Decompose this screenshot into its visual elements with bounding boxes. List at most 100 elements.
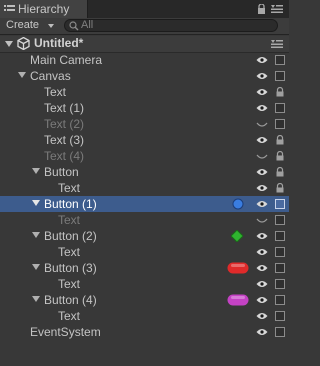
visibility-eye-icon[interactable] xyxy=(256,168,268,176)
row-label: Text (4) xyxy=(44,149,85,163)
scene-menu-icon[interactable] xyxy=(271,40,283,48)
magenta-pill-icon xyxy=(227,294,249,306)
visibility-eye-icon[interactable] xyxy=(256,104,268,112)
row-label: Text xyxy=(58,181,81,195)
pick-lock-icon[interactable] xyxy=(275,151,285,161)
hierarchy-row[interactable]: Text xyxy=(0,212,289,228)
search-icon[interactable] xyxy=(69,21,79,31)
pick-lock-icon[interactable] xyxy=(275,167,285,177)
row-label: Text xyxy=(58,245,81,259)
pickable-toggle-icon[interactable] xyxy=(275,279,285,289)
search-input[interactable] xyxy=(81,19,261,31)
red-pill-icon xyxy=(227,262,249,274)
hierarchy-row[interactable]: Canvas xyxy=(0,68,289,84)
pickable-toggle-icon[interactable] xyxy=(275,295,285,305)
foldout-open-icon[interactable] xyxy=(5,40,13,48)
row-label: Text (2) xyxy=(44,117,85,131)
hierarchy-list-icon xyxy=(4,5,15,11)
unity-scene-icon xyxy=(17,37,30,50)
pickable-toggle-icon[interactable] xyxy=(275,199,285,209)
scene-header[interactable]: Untitled* xyxy=(0,36,289,53)
visibility-eye-icon[interactable] xyxy=(256,232,268,240)
create-button[interactable]: Create xyxy=(6,18,39,33)
row-label: EventSystem xyxy=(30,325,101,339)
green-diamond-icon xyxy=(231,230,243,242)
foldout-open-icon[interactable] xyxy=(32,296,40,303)
row-label: Text (3) xyxy=(44,133,85,147)
row-label: Text xyxy=(58,213,81,227)
pick-lock-icon[interactable] xyxy=(275,135,285,145)
visibility-eye-icon[interactable] xyxy=(256,136,268,144)
blue-circle-icon xyxy=(232,198,244,210)
foldout-open-icon[interactable] xyxy=(32,264,40,271)
hierarchy-row[interactable]: Text xyxy=(0,276,289,292)
hierarchy-row[interactable]: Button (3) xyxy=(0,260,289,276)
pickable-toggle-icon[interactable] xyxy=(275,55,285,65)
row-label: Button (4) xyxy=(44,293,97,307)
row-label: Button (1) xyxy=(44,197,97,211)
search-field[interactable] xyxy=(64,19,278,32)
hierarchy-row[interactable]: Text xyxy=(0,308,289,324)
hierarchy-row[interactable]: Text (1) xyxy=(0,100,289,116)
visibility-eye-icon[interactable] xyxy=(256,56,268,64)
hierarchy-row[interactable]: Text xyxy=(0,180,289,196)
pickable-toggle-icon[interactable] xyxy=(275,119,285,129)
row-label: Button (3) xyxy=(44,261,97,275)
pickable-toggle-icon[interactable] xyxy=(275,231,285,241)
hierarchy-row[interactable]: Text (3) xyxy=(0,132,289,148)
hierarchy-row[interactable]: Button (1) xyxy=(0,196,289,212)
row-label: Canvas xyxy=(30,69,71,83)
pickable-toggle-icon[interactable] xyxy=(275,311,285,321)
visibility-eye-icon[interactable] xyxy=(256,264,268,272)
visibility-eye-icon[interactable] xyxy=(256,312,268,320)
pickable-toggle-icon[interactable] xyxy=(275,103,285,113)
hierarchy-row[interactable]: EventSystem xyxy=(0,324,289,340)
visibility-eye-icon[interactable] xyxy=(256,200,268,208)
visibility-eye-icon[interactable] xyxy=(256,296,268,304)
visibility-eye-icon[interactable] xyxy=(256,328,268,336)
row-label: Button xyxy=(44,165,79,179)
pick-lock-icon[interactable] xyxy=(275,183,285,193)
visibility-hidden-icon[interactable] xyxy=(256,152,268,160)
pickable-toggle-icon[interactable] xyxy=(275,327,285,337)
dropdown-arrow-icon[interactable] xyxy=(48,24,54,28)
visibility-hidden-icon[interactable] xyxy=(256,216,268,224)
hierarchy-row[interactable]: Text (2) xyxy=(0,116,289,132)
scene-name: Untitled* xyxy=(34,36,84,50)
visibility-eye-icon[interactable] xyxy=(256,184,268,192)
row-label: Main Camera xyxy=(30,53,103,67)
row-label: Button (2) xyxy=(44,229,97,243)
hierarchy-row[interactable]: Main Camera xyxy=(0,52,289,68)
pick-lock-icon[interactable] xyxy=(275,87,285,97)
visibility-eye-icon[interactable] xyxy=(256,280,268,288)
foldout-open-icon[interactable] xyxy=(18,72,26,79)
create-button-label: Create xyxy=(6,19,40,31)
pickable-toggle-icon[interactable] xyxy=(275,247,285,257)
hierarchy-row[interactable]: Text xyxy=(0,84,289,100)
tab-bar: Hierarchy xyxy=(0,0,289,18)
visibility-eye-icon[interactable] xyxy=(256,72,268,80)
tab-label: Hierarchy xyxy=(18,2,70,16)
hierarchy-row[interactable]: Text xyxy=(0,244,289,260)
visibility-eye-icon[interactable] xyxy=(256,248,268,256)
hierarchy-row[interactable]: Button (4) xyxy=(0,292,289,308)
foldout-open-icon[interactable] xyxy=(32,168,40,175)
row-label: Text xyxy=(44,85,67,99)
hierarchy-row[interactable]: Text (4) xyxy=(0,148,289,164)
pickable-toggle-icon[interactable] xyxy=(275,215,285,225)
hierarchy-row[interactable]: Button (2) xyxy=(0,228,289,244)
hierarchy-toolbar: Create xyxy=(0,18,289,35)
row-label: Text xyxy=(58,309,81,323)
visibility-hidden-icon[interactable] xyxy=(256,120,268,128)
visibility-eye-icon[interactable] xyxy=(256,88,268,96)
row-label: Text xyxy=(58,277,81,291)
tab-hierarchy[interactable]: Hierarchy xyxy=(0,0,88,18)
foldout-open-icon[interactable] xyxy=(32,232,40,239)
lock-icon[interactable] xyxy=(257,4,266,14)
foldout-open-icon[interactable] xyxy=(32,200,40,207)
pickable-toggle-icon[interactable] xyxy=(275,263,285,273)
window-menu-icon[interactable] xyxy=(271,5,283,13)
hierarchy-row[interactable]: Button xyxy=(0,164,289,180)
row-label: Text (1) xyxy=(44,101,85,115)
pickable-toggle-icon[interactable] xyxy=(275,71,285,81)
